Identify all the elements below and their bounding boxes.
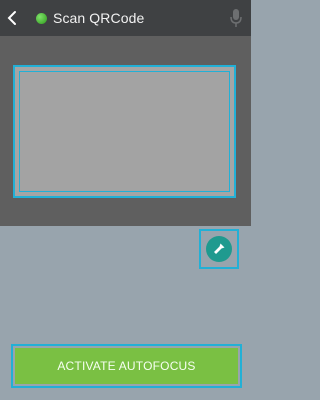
app-bar: Scan QRCode [0,0,251,36]
activate-autofocus-button[interactable]: ACTIVATE AUTOFOCUS [15,348,238,384]
flashlight-toggle [206,236,232,262]
microphone-icon[interactable] [229,8,243,28]
back-button[interactable] [0,0,24,36]
green-dot-icon [36,12,47,24]
flashlight-icon [214,243,225,254]
flashlight-button[interactable] [199,229,239,269]
page-title: Scan QRCode [53,10,145,26]
autofocus-button-highlight: ACTIVATE AUTOFOCUS [11,344,242,388]
scan-viewfinder [19,71,230,192]
camera-preview[interactable] [0,36,251,226]
chevron-left-icon [7,11,16,25]
scan-frame[interactable] [13,65,236,198]
